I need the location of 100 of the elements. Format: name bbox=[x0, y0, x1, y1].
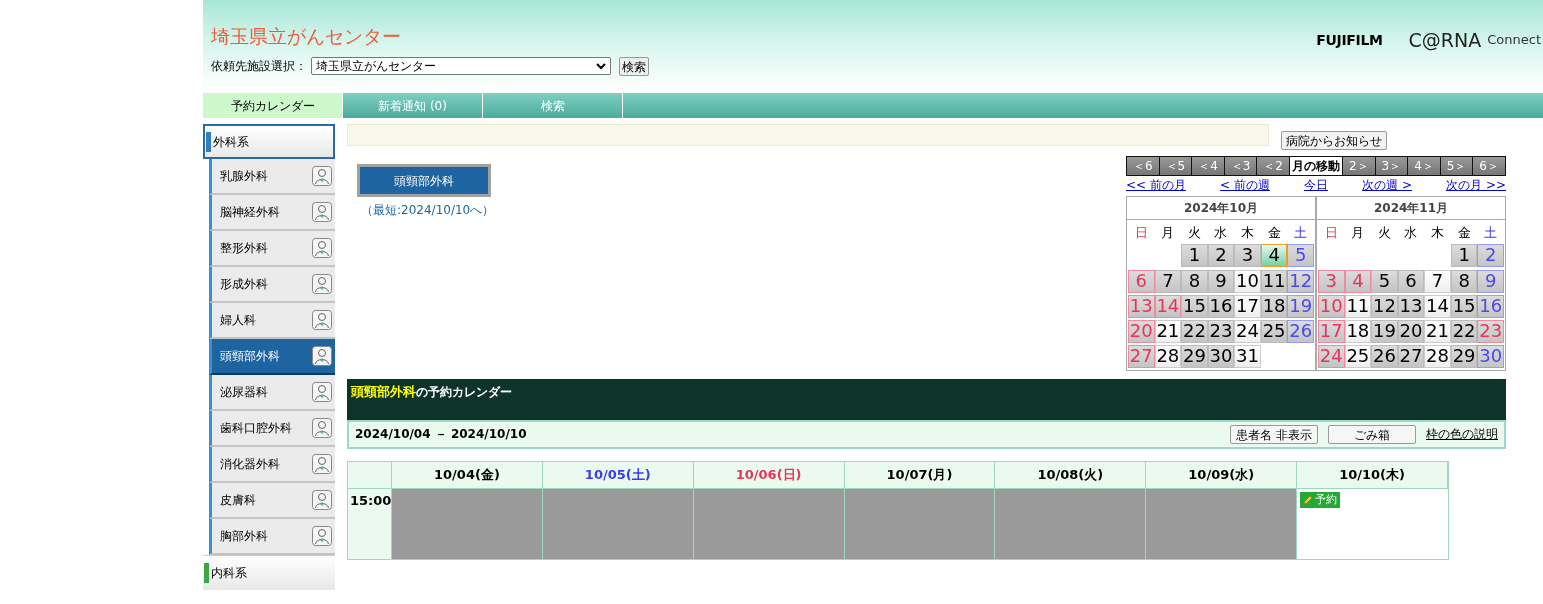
calendar-day[interactable]: 19 bbox=[1371, 319, 1398, 343]
calendar-day[interactable]: 7 bbox=[1424, 269, 1451, 293]
calendar-day[interactable]: 22 bbox=[1181, 319, 1208, 343]
month-step-button[interactable]: ＜3 bbox=[1224, 157, 1257, 175]
doctor-icon[interactable] bbox=[312, 346, 332, 366]
calendar-day[interactable]: 12 bbox=[1371, 294, 1398, 318]
calendar-day[interactable]: 15 bbox=[1181, 294, 1208, 318]
date-nav-link[interactable]: < 前の週 bbox=[1220, 176, 1270, 194]
calendar-day[interactable]: 18 bbox=[1260, 294, 1288, 318]
department-item[interactable]: 胸部外科 bbox=[209, 519, 335, 555]
calendar-day[interactable]: 28 bbox=[1424, 344, 1451, 368]
department-item[interactable]: 皮膚科 bbox=[209, 483, 335, 519]
calendar-day[interactable]: 31 bbox=[1234, 344, 1261, 368]
calendar-day[interactable]: 18 bbox=[1344, 319, 1372, 343]
calendar-day[interactable]: 9 bbox=[1207, 269, 1235, 293]
calendar-day[interactable]: 11 bbox=[1260, 269, 1288, 293]
calendar-day[interactable]: 7 bbox=[1154, 269, 1182, 293]
calendar-day[interactable]: 15 bbox=[1450, 294, 1478, 318]
facility-select[interactable]: 埼玉県立がんセンター bbox=[311, 57, 611, 75]
calendar-day[interactable]: 2 bbox=[1207, 243, 1235, 267]
doctor-icon[interactable] bbox=[312, 238, 332, 258]
calendar-day[interactable]: 30 bbox=[1207, 344, 1235, 368]
doctor-icon[interactable] bbox=[312, 418, 332, 438]
calendar-day[interactable]: 14 bbox=[1424, 294, 1451, 318]
calendar-day[interactable]: 25 bbox=[1260, 319, 1288, 343]
month-step-button[interactable]: 3＞ bbox=[1375, 157, 1408, 175]
calendar-day[interactable]: 26 bbox=[1371, 344, 1398, 368]
calendar-day[interactable]: 28 bbox=[1154, 344, 1182, 368]
calendar-day[interactable]: 30 bbox=[1477, 344, 1504, 368]
weekday-label: 月 bbox=[1350, 224, 1366, 242]
calendar-day[interactable]: 17 bbox=[1234, 294, 1261, 318]
calendar-day[interactable]: 19 bbox=[1287, 294, 1314, 318]
toolbar-button[interactable]: ごみ箱 bbox=[1328, 424, 1416, 444]
month-step-button[interactable]: 4＞ bbox=[1408, 157, 1440, 175]
calendar-day[interactable]: 29 bbox=[1181, 344, 1208, 368]
calendar-day[interactable]: 16 bbox=[1207, 294, 1235, 318]
calendar-day[interactable]: 5 bbox=[1287, 243, 1314, 267]
doctor-icon[interactable] bbox=[312, 310, 332, 330]
department-item[interactable]: 歯科口腔外科 bbox=[209, 411, 335, 447]
calendar-day[interactable]: 24 bbox=[1234, 319, 1261, 343]
calendar-day[interactable]: 25 bbox=[1344, 344, 1372, 368]
department-item[interactable]: 消化器外科 bbox=[209, 447, 335, 483]
doctor-icon[interactable] bbox=[312, 526, 332, 546]
doctor-icon[interactable] bbox=[312, 202, 332, 222]
date-nav-link[interactable]: 次の週 > bbox=[1362, 176, 1412, 194]
date-nav-link[interactable]: << 前の月 bbox=[1126, 176, 1186, 194]
calendar-day[interactable]: 5 bbox=[1371, 269, 1398, 293]
month-step-button[interactable]: ＜4 bbox=[1192, 157, 1224, 175]
calendar-day[interactable]: 16 bbox=[1477, 294, 1504, 318]
doctor-icon[interactable] bbox=[312, 274, 332, 294]
calendar-day[interactable]: 20 bbox=[1397, 319, 1425, 343]
calendar-day[interactable]: 3 bbox=[1234, 243, 1261, 267]
calendar-day[interactable]: 29 bbox=[1450, 344, 1478, 368]
department-item[interactable]: 乳腺外科 bbox=[209, 159, 335, 195]
legend-link[interactable]: 枠の色の説明 bbox=[1426, 425, 1498, 443]
calendar-day[interactable]: 12 bbox=[1287, 269, 1314, 293]
toolbar-button[interactable]: 患者名 非表示 bbox=[1230, 424, 1318, 444]
doctor-icon[interactable] bbox=[312, 454, 332, 474]
month-step-button[interactable]: 6＞ bbox=[1473, 157, 1505, 175]
calendar-day[interactable]: 10 bbox=[1234, 269, 1261, 293]
calendar-day[interactable]: 21 bbox=[1154, 319, 1182, 343]
calendar-day[interactable]: 11 bbox=[1344, 294, 1372, 318]
calendar-day[interactable]: 26 bbox=[1287, 319, 1314, 343]
calendar-day[interactable]: 2 bbox=[1477, 243, 1504, 267]
category-header[interactable]: 内科系 bbox=[203, 555, 335, 590]
month-step-button[interactable]: ＜6 bbox=[1127, 157, 1159, 175]
doctor-icon[interactable] bbox=[312, 490, 332, 510]
calendar-day[interactable]: 23 bbox=[1207, 319, 1235, 343]
facility-label: 依頼先施設選択： bbox=[211, 58, 307, 75]
calendar-day[interactable]: 8 bbox=[1450, 269, 1478, 293]
department-item[interactable]: 泌尿器科 bbox=[209, 375, 335, 411]
hospital-notice-button[interactable]: 病院からお知らせ bbox=[1281, 131, 1387, 150]
calendar-day[interactable]: 8 bbox=[1181, 269, 1208, 293]
calendar-day[interactable]: 1 bbox=[1450, 243, 1478, 267]
calendar-day[interactable]: 27 bbox=[1397, 344, 1425, 368]
department-button[interactable]: 頭頸部外科 bbox=[357, 164, 491, 197]
nav-tab[interactable]: 予約カレンダー bbox=[203, 93, 343, 118]
department-item[interactable]: 形成外科 bbox=[209, 267, 335, 303]
doctor-icon[interactable] bbox=[312, 382, 332, 402]
search-button[interactable]: 検索 bbox=[619, 56, 649, 76]
department-item[interactable]: 脳神経外科 bbox=[209, 195, 335, 231]
calendar-day[interactable]: 9 bbox=[1477, 269, 1504, 293]
doctor-icon[interactable] bbox=[312, 166, 332, 186]
month-step-button[interactable]: ＜2 bbox=[1257, 157, 1289, 175]
category-header[interactable]: 外科系 bbox=[203, 124, 335, 159]
date-nav-link[interactable]: 次の月 >> bbox=[1446, 176, 1506, 194]
calendar-day[interactable]: 13 bbox=[1397, 294, 1425, 318]
department-item[interactable]: 整形外科 bbox=[209, 231, 335, 267]
month-step-button[interactable]: 2＞ bbox=[1342, 157, 1375, 175]
earliest-date-link[interactable]: （最短:2024/10/10へ） bbox=[357, 201, 495, 219]
calendar-day[interactable]: 6 bbox=[1397, 269, 1425, 293]
calendar-day[interactable]: 4 bbox=[1260, 243, 1288, 267]
month-step-button[interactable]: 5＞ bbox=[1440, 157, 1473, 175]
department-item[interactable]: 婦人科 bbox=[209, 303, 335, 339]
calendar-day[interactable]: 22 bbox=[1450, 319, 1478, 343]
calendar-day[interactable]: 21 bbox=[1424, 319, 1451, 343]
calendar-day[interactable]: 1 bbox=[1181, 243, 1208, 267]
month-step-button[interactable]: ＜5 bbox=[1159, 157, 1192, 175]
date-nav-link[interactable]: 今日 bbox=[1304, 176, 1328, 194]
department-item[interactable]: 頭頸部外科 bbox=[209, 339, 335, 375]
